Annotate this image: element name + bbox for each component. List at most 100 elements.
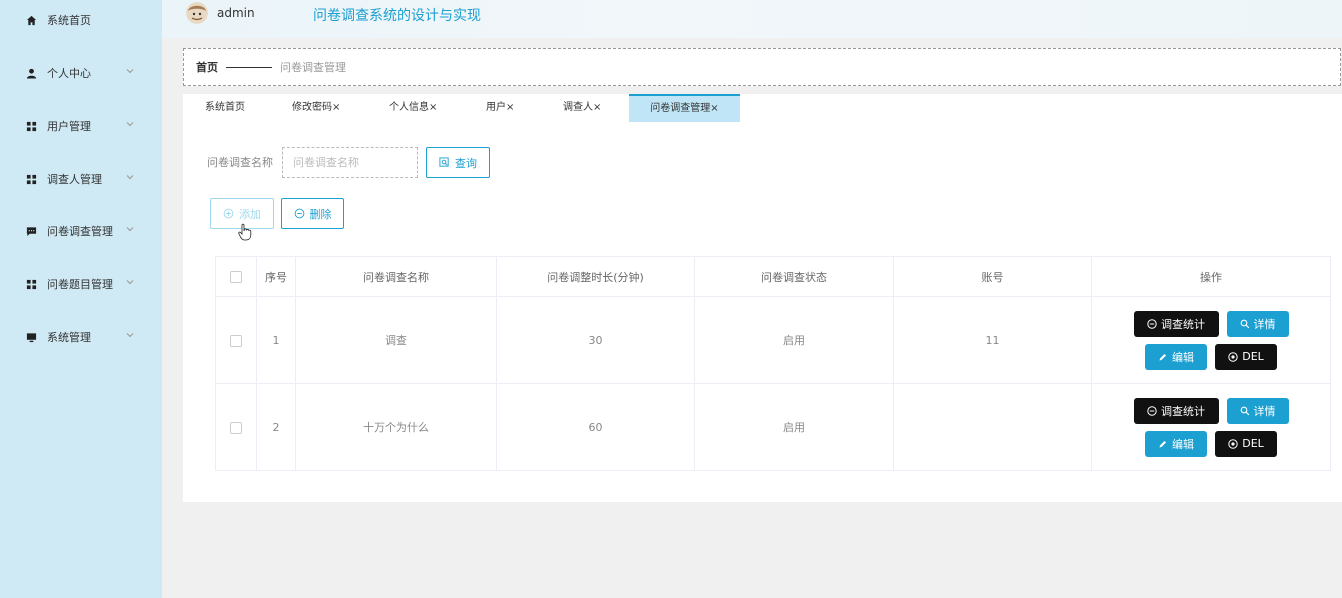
column-header: 操作 — [1091, 256, 1331, 297]
row-checkbox[interactable] — [230, 334, 242, 347]
search-icon — [439, 157, 449, 167]
row-account — [893, 383, 1092, 471]
pencil-icon — [1159, 440, 1166, 447]
tab-users[interactable]: 用户× — [486, 94, 514, 122]
stats-button[interactable]: 调查统计 — [1133, 397, 1219, 424]
sidebar-item-user-management[interactable]: 用户管理 — [0, 114, 162, 138]
del-button-label: DEL — [1242, 350, 1264, 363]
tab-change-password[interactable]: 修改密码× — [292, 94, 340, 122]
row-duration: 60 — [496, 383, 695, 471]
search-icon — [1240, 406, 1249, 415]
row-select-cell[interactable] — [215, 296, 257, 384]
stats-button-label: 调查统计 — [1161, 404, 1205, 418]
user-icon — [26, 68, 37, 79]
column-header: 序号 — [256, 256, 296, 297]
stats-button[interactable]: 调查统计 — [1133, 310, 1219, 337]
tab-home[interactable]: 系统首页 — [205, 94, 245, 122]
row-index: 2 — [256, 383, 296, 471]
minus-circle-icon — [1147, 405, 1157, 416]
table-row: 2 十万个为什么 60 启用 调查统计 详情 编辑 DEL — [215, 383, 1331, 471]
edit-button-label: 编辑 — [1172, 350, 1194, 364]
row-actions: 调查统计 详情 编辑 DEL — [1091, 296, 1331, 384]
edit-button[interactable]: 编辑 — [1145, 430, 1207, 457]
sidebar-item-home[interactable]: 系统首页 — [0, 8, 162, 32]
detail-button[interactable]: 详情 — [1226, 310, 1289, 337]
hand-cursor-icon — [238, 223, 252, 241]
chevron-down-icon — [126, 122, 134, 127]
chevron-down-icon — [126, 69, 134, 74]
select-all-cell[interactable] — [215, 256, 257, 297]
page-title: 问卷调查系统的设计与实现 — [313, 8, 481, 24]
home-icon — [26, 15, 37, 25]
tab-survey-management[interactable]: 问卷调查管理× — [629, 94, 740, 122]
monitor-icon — [26, 332, 37, 342]
column-header: 账号 — [893, 256, 1092, 297]
search-icon — [1240, 319, 1249, 328]
sidebar-item-label: 问卷题目管理 — [47, 278, 113, 291]
column-header: 问卷调查状态 — [694, 256, 894, 297]
sidebar-item-question-management[interactable]: 问卷题目管理 — [0, 272, 162, 296]
delete-button-label: 删除 — [309, 207, 332, 221]
sidebar-item-label: 系统首页 — [47, 14, 91, 27]
row-checkbox[interactable] — [230, 421, 242, 434]
row-status: 启用 — [694, 383, 894, 471]
del-button-label: DEL — [1242, 437, 1264, 450]
avatar[interactable] — [186, 2, 208, 24]
breadcrumb-current: 问卷调查管理 — [280, 61, 346, 74]
breadcrumb-separator — [226, 66, 272, 68]
chevron-down-icon — [126, 333, 134, 338]
detail-button-label: 详情 — [1253, 317, 1276, 331]
dot-circle-icon — [1228, 438, 1238, 449]
detail-button-label: 详情 — [1253, 404, 1276, 418]
tab-investigators[interactable]: 调查人× — [563, 94, 601, 122]
search-button[interactable]: 查询 — [426, 147, 490, 178]
sidebar-item-personal-center[interactable]: 个人中心 — [0, 61, 162, 85]
row-actions: 调查统计 详情 编辑 DEL — [1091, 383, 1331, 471]
add-button-label: 添加 — [239, 207, 261, 221]
avatar-icon — [186, 2, 208, 24]
row-name: 十万个为什么 — [295, 383, 497, 471]
column-header: 问卷调整时长(分钟) — [496, 256, 695, 297]
sidebar-item-label: 问卷调查管理 — [47, 225, 113, 238]
sidebar-item-label: 用户管理 — [47, 120, 91, 133]
minus-circle-icon — [1147, 318, 1157, 329]
sidebar-item-investigator-management[interactable]: 调查人管理 — [0, 167, 162, 191]
sidebar-item-label: 个人中心 — [47, 67, 91, 80]
delete-button[interactable]: 删除 — [281, 198, 344, 229]
row-account: 11 — [893, 296, 1092, 384]
sidebar-item-system-management[interactable]: 系统管理 — [0, 325, 162, 349]
sidebar-item-label: 调查人管理 — [47, 173, 102, 186]
sidebar: 系统首页 个人中心 用户管理 调查人管理 问卷调查管理 问卷题目管理 系统管理 — [0, 0, 162, 598]
row-select-cell[interactable] — [215, 383, 257, 471]
del-button[interactable]: DEL — [1215, 430, 1277, 457]
row-index: 1 — [256, 296, 296, 384]
chevron-down-icon — [126, 227, 134, 232]
username: admin — [217, 6, 255, 20]
main-panel: 系统首页 修改密码× 个人信息× 用户× 调查人× 问卷调查管理× 问卷调查名称… — [183, 94, 1342, 502]
column-header: 问卷调查名称 — [295, 256, 497, 297]
search-input[interactable] — [282, 147, 418, 178]
tab-personal-info[interactable]: 个人信息× — [389, 94, 437, 122]
row-status: 启用 — [694, 296, 894, 384]
search-button-label: 查询 — [455, 156, 477, 170]
row-duration: 30 — [496, 296, 695, 384]
del-button[interactable]: DEL — [1215, 343, 1277, 370]
minus-circle-icon — [294, 208, 304, 219]
table-header-row: 序号 问卷调查名称 问卷调整时长(分钟) 问卷调查状态 账号 操作 — [215, 256, 1331, 297]
breadcrumb-home[interactable]: 首页 — [196, 59, 218, 75]
chevron-down-icon — [126, 280, 134, 285]
sidebar-item-label: 系统管理 — [47, 331, 91, 344]
chat-icon — [26, 226, 37, 236]
pencil-icon — [1159, 353, 1166, 360]
survey-table: 序号 问卷调查名称 问卷调整时长(分钟) 问卷调查状态 账号 操作 1 调查 3… — [215, 256, 1331, 471]
row-name: 调查 — [295, 296, 497, 384]
grid-icon — [26, 279, 37, 289]
dot-circle-icon — [1228, 351, 1238, 362]
grid-icon — [26, 174, 37, 184]
search-label: 问卷调查名称 — [207, 156, 273, 169]
edit-button[interactable]: 编辑 — [1145, 343, 1207, 370]
select-all-checkbox[interactable] — [230, 271, 242, 283]
stats-button-label: 调查统计 — [1161, 317, 1205, 331]
detail-button[interactable]: 详情 — [1226, 397, 1289, 424]
sidebar-item-survey-management[interactable]: 问卷调查管理 — [0, 219, 162, 243]
